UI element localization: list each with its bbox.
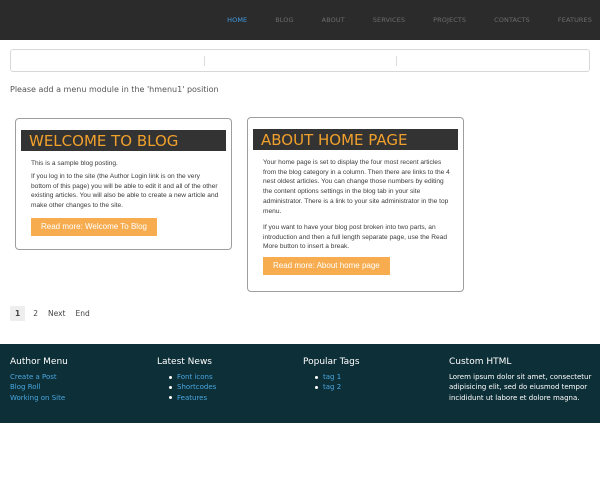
header-bar xyxy=(10,49,590,72)
article-paragraph: If you log in to the site (the Author Lo… xyxy=(31,173,219,210)
article-card-welcome: WELCOME TO BLOG This is a sample blog po… xyxy=(15,118,232,250)
bullet-icon xyxy=(169,385,172,389)
nav-services[interactable]: SERVICES xyxy=(373,16,405,24)
article-paragraph: If you want to have your blog post broke… xyxy=(263,224,448,251)
menu-notice: Please add a menu module in the 'hmenu1'… xyxy=(10,85,219,94)
footer-popular-tags: Popular Tags tag 1 tag 2 xyxy=(303,357,360,393)
news-item[interactable]: Shortcodes xyxy=(157,382,216,392)
footer-custom-html: Custom HTML Lorem ipsum dolor sit amet, … xyxy=(449,357,594,403)
nav-contacts[interactable]: CONTACTS xyxy=(494,16,530,24)
nav-about[interactable]: ABOUT xyxy=(322,16,345,24)
page-current: 1 xyxy=(10,306,26,321)
header-divider xyxy=(396,56,397,66)
read-more-button[interactable]: Read more: Welcome To Blog xyxy=(31,218,157,236)
bullet-icon xyxy=(315,385,318,389)
main-menu: HOME BLOG ABOUT SERVICES PROJECTS CONTAC… xyxy=(199,0,592,40)
news-item[interactable]: Features xyxy=(157,393,216,403)
tag-item[interactable]: tag 1 xyxy=(303,372,360,382)
working-on-site-link[interactable]: Working on Site xyxy=(10,393,68,403)
article-title: ABOUT HOME PAGE xyxy=(253,129,458,150)
tag-item[interactable]: tag 2 xyxy=(303,382,360,392)
create-post-link[interactable]: Create a Post xyxy=(10,372,68,382)
article-paragraph: Your home page is set to display the fou… xyxy=(263,159,450,215)
top-navbar: HOME BLOG ABOUT SERVICES PROJECTS CONTAC… xyxy=(0,0,600,40)
footer-author-menu: Author Menu Create a Post Blog Roll Work… xyxy=(10,357,68,403)
nav-blog[interactable]: BLOG xyxy=(275,16,293,24)
header-divider xyxy=(204,56,205,66)
nav-home[interactable]: HOME xyxy=(227,16,247,24)
blog-roll-link[interactable]: Blog Roll xyxy=(10,382,68,392)
custom-html-text: Lorem ipsum dolor sit amet, consectetur … xyxy=(449,373,592,402)
bullet-icon xyxy=(169,396,172,400)
news-item[interactable]: Font icons xyxy=(157,372,216,382)
nav-projects[interactable]: PROJECTS xyxy=(433,16,466,24)
footer: Author Menu Create a Post Blog Roll Work… xyxy=(0,344,600,423)
footer-heading: Popular Tags xyxy=(303,357,360,367)
read-more-button[interactable]: Read more: About home page xyxy=(263,257,390,275)
footer-heading: Custom HTML xyxy=(449,357,512,367)
bullet-icon xyxy=(169,375,172,379)
bullet-icon xyxy=(315,375,318,379)
article-title: WELCOME TO BLOG xyxy=(21,130,226,151)
article-card-about: ABOUT HOME PAGE Your home page is set to… xyxy=(247,117,464,292)
nav-features[interactable]: FEATURES xyxy=(558,16,592,24)
footer-heading: Latest News xyxy=(157,357,212,367)
next-page-link[interactable]: Next xyxy=(48,309,65,318)
pagination: 1 2 Next End xyxy=(10,306,100,321)
end-page-link[interactable]: End xyxy=(75,309,89,318)
page-2-link[interactable]: 2 xyxy=(33,309,38,318)
footer-heading: Author Menu xyxy=(10,357,68,367)
article-paragraph: This is a sample blog posting. xyxy=(31,160,118,167)
footer-latest-news: Latest News Font icons Shortcodes Featur… xyxy=(157,357,216,403)
